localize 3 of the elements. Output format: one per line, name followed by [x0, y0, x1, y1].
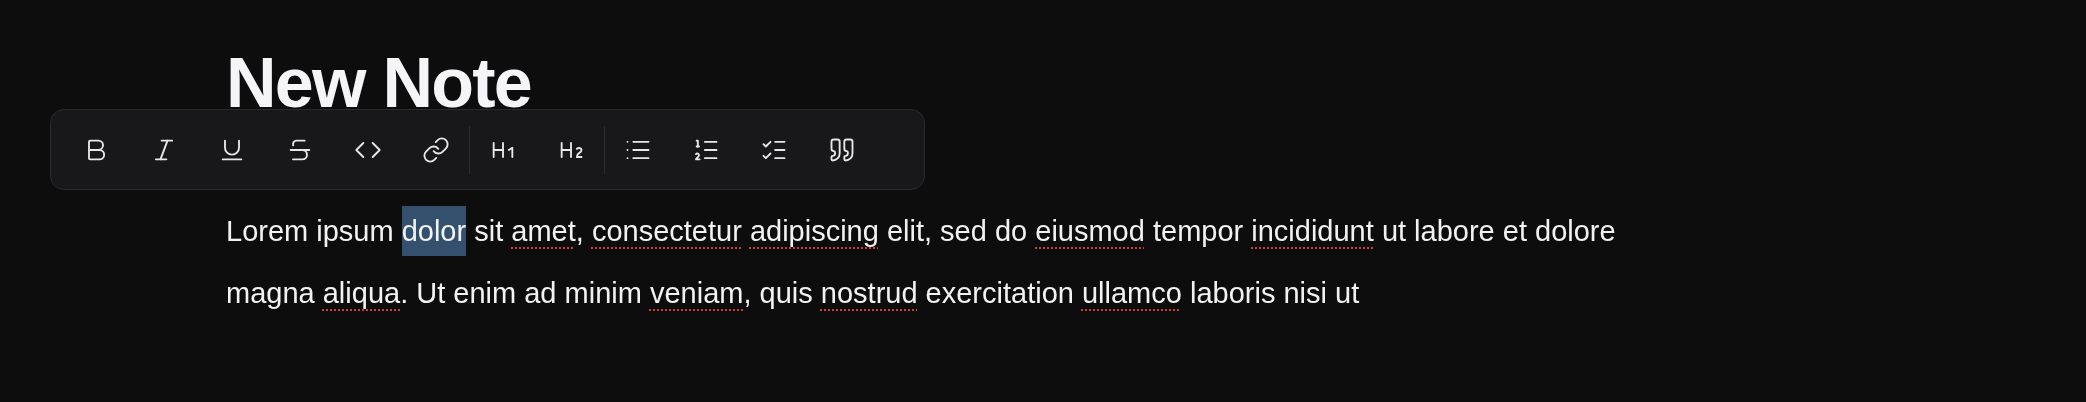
note-body-text[interactable]: Lorem ipsum dolor sit amet, consectetur adipiscing elit, sed do eiusmod tempor incididunt ut labore et dolore magna aliqua. Ut enim ad minim veniam, quis nostrud exercitation ullamco laboris nisi ut: [226, 200, 2086, 324]
note-title[interactable]: New Note: [226, 48, 2086, 118]
link-icon: [422, 135, 450, 164]
